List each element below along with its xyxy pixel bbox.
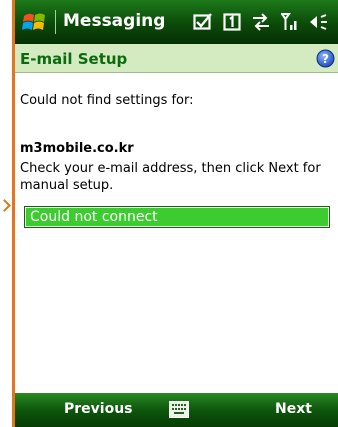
title-separator <box>55 10 56 34</box>
app-title: Messaging <box>63 11 166 31</box>
title-bar: Messaging <box>15 0 338 44</box>
edge-arrow-icon <box>0 199 11 212</box>
page-title: E-mail Setup <box>20 50 128 68</box>
connection-status-text: Could not connect <box>30 209 158 225</box>
previous-button[interactable]: Previous <box>64 401 133 417</box>
sim-1-icon[interactable] <box>223 13 241 31</box>
screen: Messaging E-mail Setup ? Could not find … <box>15 0 338 427</box>
status-icons <box>193 7 329 37</box>
signal-icon[interactable] <box>281 12 299 32</box>
help-icon[interactable]: ? <box>316 49 335 68</box>
instruction-text: Check your e-mail address, then click Ne… <box>20 161 321 193</box>
connection-status-box: Could not connect <box>24 206 330 228</box>
connectivity-icon[interactable] <box>251 13 271 31</box>
settings-not-found-text: Could not find settings for: <box>20 93 194 108</box>
domain-text: m3mobile.co.kr <box>20 141 134 156</box>
softkey-bar: Previous Next <box>15 393 338 427</box>
next-button[interactable]: Next <box>275 401 312 417</box>
svg-text:?: ? <box>322 52 329 66</box>
windows-flag-icon[interactable] <box>21 8 51 36</box>
speaker-icon[interactable] <box>309 13 329 31</box>
device-frame: Messaging E-mail Setup ? Could not find … <box>0 0 338 427</box>
section-header: E-mail Setup ? <box>15 44 338 73</box>
envelope-check-icon[interactable] <box>193 13 213 31</box>
keyboard-icon[interactable] <box>169 401 189 418</box>
